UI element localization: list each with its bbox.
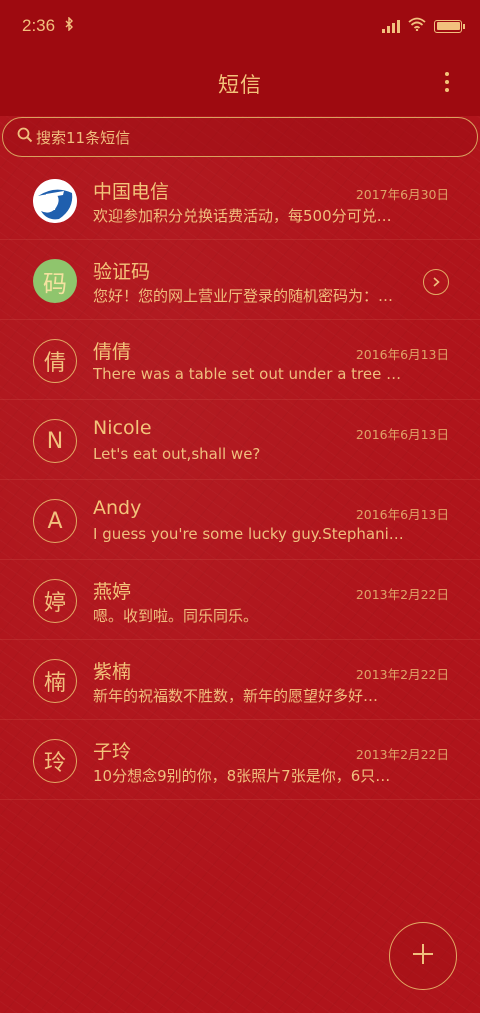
conversation-item[interactable]: 倩 倩倩 2016年6月13日 There was a table set ou… bbox=[0, 320, 480, 400]
plus-icon bbox=[411, 942, 435, 970]
message-preview: There was a table set out under a tree i… bbox=[93, 365, 405, 383]
contact-name: 倩倩 bbox=[93, 341, 132, 363]
avatar: 婷 bbox=[33, 579, 77, 623]
conversation-item[interactable]: A Andy 2016年6月13日 I guess you're some lu… bbox=[0, 480, 480, 560]
search-input[interactable]: 搜索11条短信 bbox=[2, 117, 478, 157]
message-preview: Let's eat out,shall we? bbox=[93, 445, 261, 463]
bluetooth-icon bbox=[65, 16, 74, 35]
message-preview: 新年的祝福数不胜数，新年的愿望好多好… bbox=[93, 687, 379, 705]
avatar: N bbox=[33, 419, 77, 463]
contact-name: 子玲 bbox=[93, 741, 132, 763]
search-placeholder: 搜索11条短信 bbox=[36, 128, 131, 147]
contact-name: 燕婷 bbox=[93, 581, 132, 603]
contact-name: Andy bbox=[93, 497, 142, 519]
message-preview: 您好！您的网上营业厅登录的随机密码为：… bbox=[93, 287, 394, 305]
contact-name: 紫楠 bbox=[93, 661, 132, 683]
conversation-item[interactable]: 玲 子玲 2013年2月22日 10分想念9别的你，8张照片7张是你，6只… bbox=[0, 720, 480, 800]
avatar: A bbox=[33, 499, 77, 543]
chevron-right-icon[interactable] bbox=[423, 269, 449, 295]
contact-name: Nicole bbox=[93, 417, 152, 439]
message-date: 2016年6月13日 bbox=[355, 347, 449, 362]
conversation-item[interactable]: 中国电信 2017年6月30日 欢迎参加积分兑换话费活动，每500分可兑… bbox=[0, 160, 480, 240]
message-date: 2013年2月22日 bbox=[355, 747, 449, 762]
new-message-button[interactable] bbox=[389, 922, 457, 990]
more-vert-icon[interactable] bbox=[444, 72, 450, 92]
page-title: 短信 bbox=[218, 73, 262, 97]
message-date: 2013年2月22日 bbox=[355, 667, 449, 682]
message-date: 2016年6月13日 bbox=[355, 427, 449, 442]
message-date: 2013年2月22日 bbox=[355, 587, 449, 602]
avatar: 码 bbox=[33, 259, 77, 303]
conversation-item[interactable]: N Nicole 2016年6月13日 Let's eat out,shall … bbox=[0, 400, 480, 480]
message-date: 2016年6月13日 bbox=[355, 507, 449, 522]
message-preview: 10分想念9别的你，8张照片7张是你，6只… bbox=[93, 767, 391, 785]
avatar: 玲 bbox=[33, 739, 77, 783]
message-preview: I guess you're some lucky guy.Stephani… bbox=[93, 525, 404, 543]
app-bar: 短信 bbox=[0, 52, 480, 116]
status-bar: 2:36 bbox=[0, 0, 480, 52]
message-preview: 嗯。收到啦。同乐同乐。 bbox=[93, 607, 259, 625]
search-icon bbox=[17, 127, 36, 147]
signal-icon bbox=[382, 19, 400, 33]
contact-name: 验证码 bbox=[93, 261, 151, 283]
status-time: 2:36 bbox=[22, 16, 56, 35]
battery-icon bbox=[434, 19, 465, 33]
wifi-icon bbox=[408, 16, 426, 36]
conversation-list: 中国电信 2017年6月30日 欢迎参加积分兑换话费活动，每500分可兑… 码 … bbox=[0, 160, 480, 800]
conversation-item[interactable]: 码 验证码 您好！您的网上营业厅登录的随机密码为：… bbox=[0, 240, 480, 320]
message-date: 2017年6月30日 bbox=[355, 187, 449, 202]
contact-name: 中国电信 bbox=[93, 181, 170, 203]
conversation-item[interactable]: 婷 燕婷 2013年2月22日 嗯。收到啦。同乐同乐。 bbox=[0, 560, 480, 640]
message-preview: 欢迎参加积分兑换话费活动，每500分可兑… bbox=[93, 207, 392, 225]
telecom-logo-icon bbox=[33, 179, 77, 223]
avatar: 倩 bbox=[33, 339, 77, 383]
conversation-item[interactable]: 楠 紫楠 2013年2月22日 新年的祝福数不胜数，新年的愿望好多好… bbox=[0, 640, 480, 720]
avatar: 楠 bbox=[33, 659, 77, 703]
